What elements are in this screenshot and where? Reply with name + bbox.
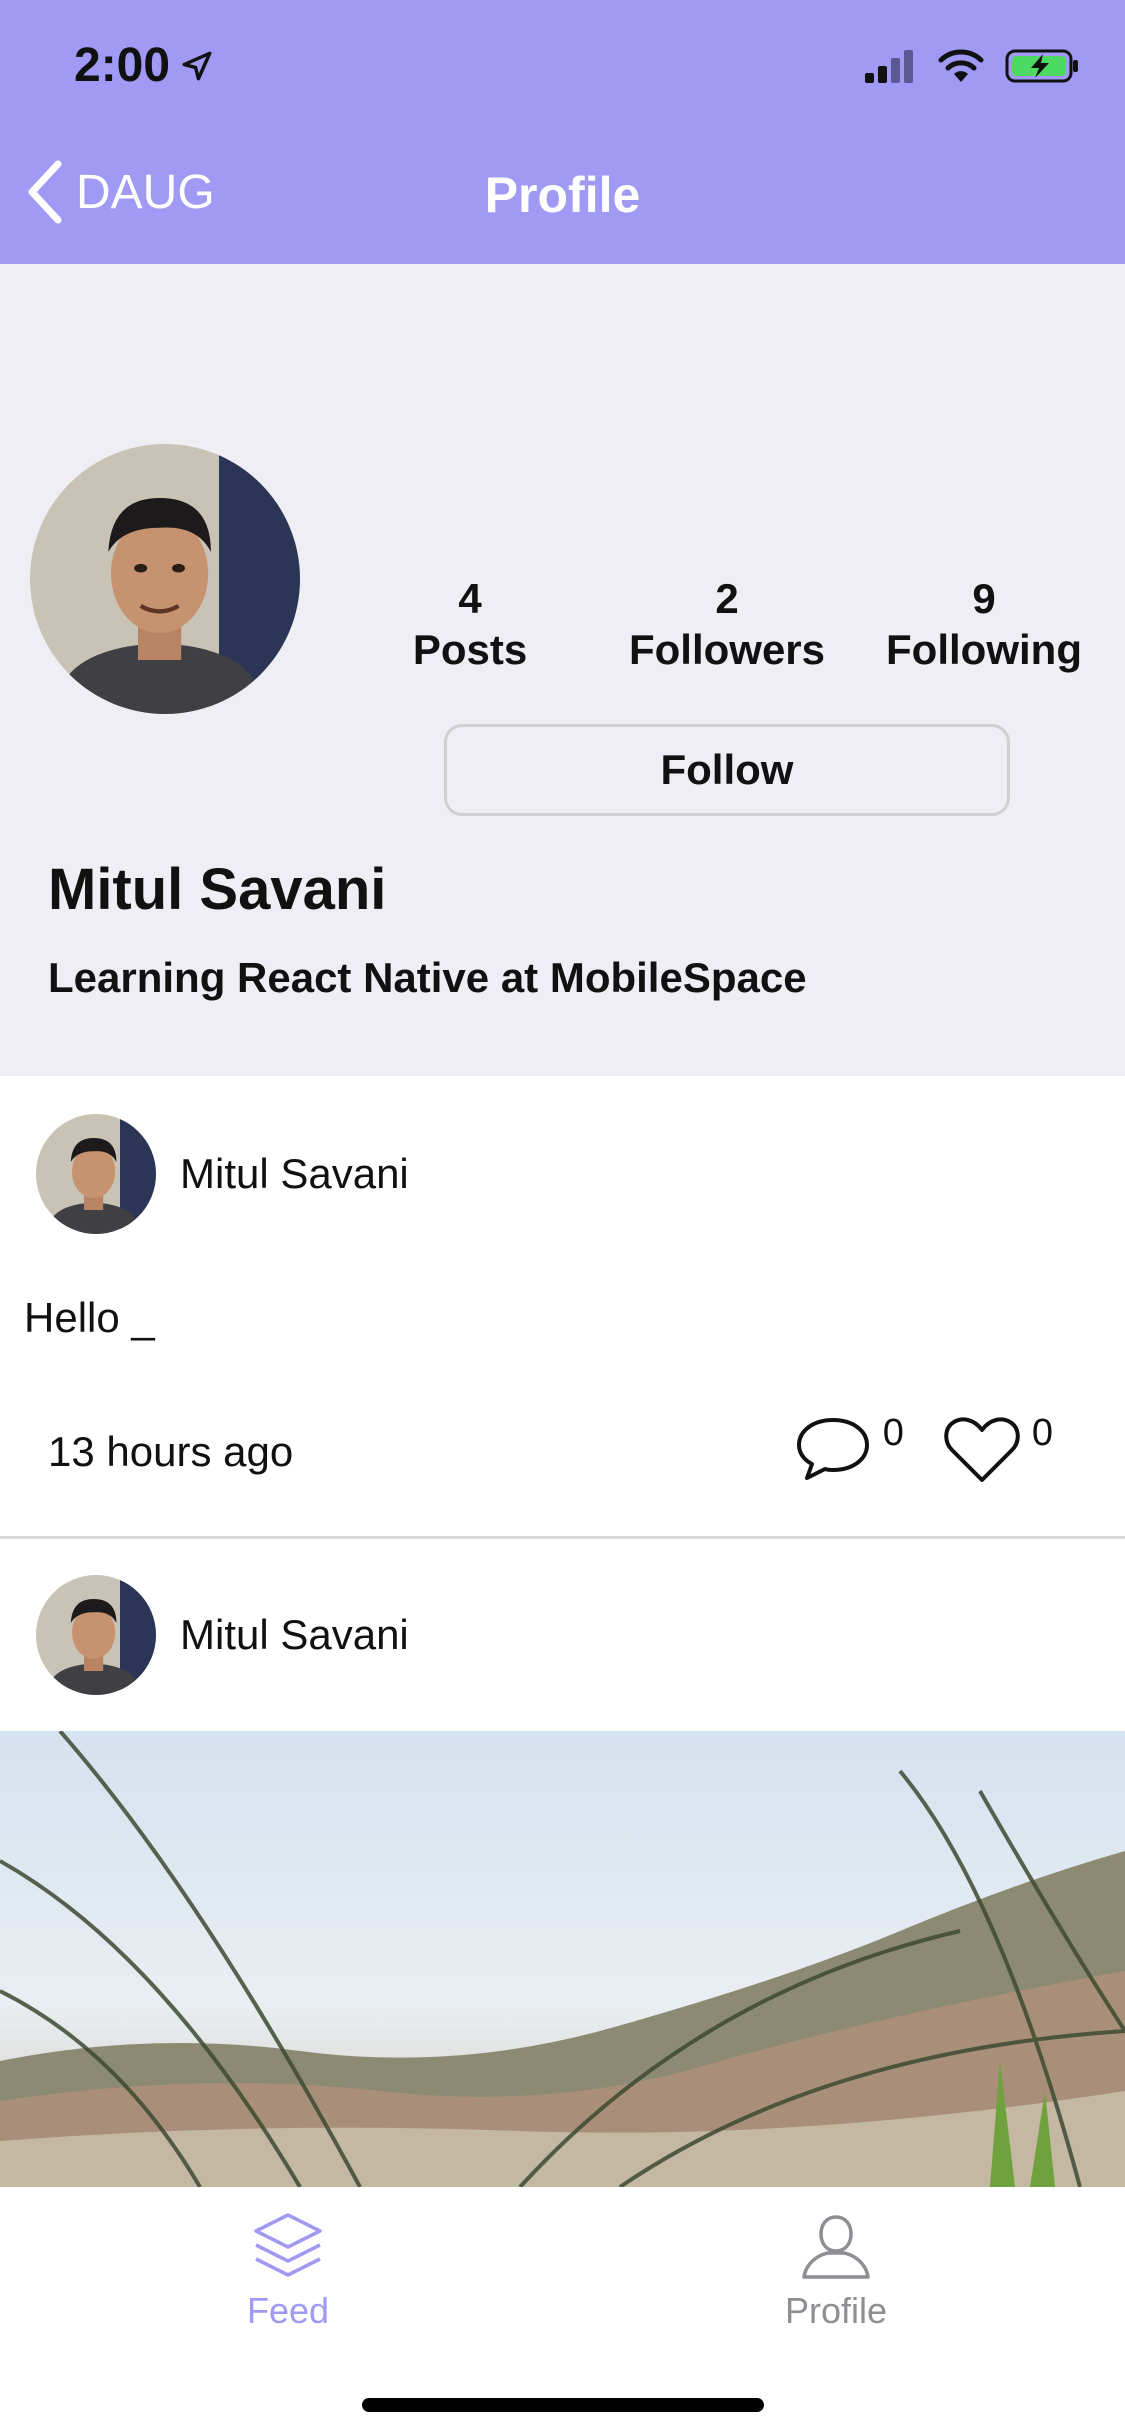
post-actions: 0 0	[795, 1412, 1053, 1484]
profile-bio: Learning React Native at MobileSpace	[48, 954, 807, 1001]
post-photo[interactable]	[0, 1731, 1125, 2187]
page-title: Profile	[484, 167, 641, 223]
stat-following[interactable]: 9 Following	[864, 574, 1104, 676]
post-author-name[interactable]: Mitul Savani	[180, 1611, 409, 1659]
comment-icon	[796, 1418, 869, 1480]
post-card: Mitul Savani Hello _ 13 hours ago 0 0	[0, 1076, 1125, 1539]
post-text: Hello _	[24, 1294, 155, 1341]
stat-posts[interactable]: 4 Posts	[350, 574, 590, 676]
comment-button[interactable]: 0	[795, 1412, 904, 1482]
wifi-icon	[938, 49, 984, 82]
stat-posts-label: Posts	[412, 626, 528, 673]
follow-button[interactable]: Follow	[444, 724, 1010, 816]
like-count: 0	[1031, 1412, 1053, 1454]
profile-name: Mitul Savani	[48, 857, 387, 922]
status-time-wrap: 2:00	[74, 38, 214, 93]
cellular-signal-icon	[865, 50, 913, 83]
layers-icon	[254, 2213, 322, 2277]
stat-followers[interactable]: 2 Followers	[607, 574, 847, 676]
post-author-avatar[interactable]	[36, 1114, 156, 1234]
stat-followers-label: Followers	[628, 626, 826, 673]
post-card: Mitul Savani	[0, 1539, 1125, 2187]
location-arrow-icon	[182, 51, 212, 80]
tab-profile-label: Profile	[784, 2290, 888, 2331]
home-indicator[interactable]	[362, 2398, 764, 2412]
comment-count: 0	[882, 1412, 904, 1454]
profile-section: 4 Posts 2 Followers 9 Following Follow M…	[0, 264, 1125, 1079]
tab-bar: Feed Profile	[0, 2187, 1125, 2436]
profile-avatar[interactable]	[30, 444, 300, 714]
stat-posts-count: 4	[458, 575, 482, 622]
post-timestamp: 13 hours ago	[48, 1428, 294, 1475]
heart-icon	[944, 1417, 1020, 1482]
status-time: 2:00	[74, 39, 171, 92]
tab-feed-label: Feed	[246, 2290, 330, 2331]
stat-following-count: 9	[972, 575, 996, 622]
tab-profile[interactable]: Profile	[686, 2211, 986, 2332]
header: 2:00 DAUG Profile	[0, 0, 1125, 264]
status-icons	[863, 48, 1081, 84]
user-icon	[802, 2215, 870, 2279]
tab-feed[interactable]: Feed	[138, 2211, 438, 2332]
post-author-avatar[interactable]	[36, 1575, 156, 1695]
stat-followers-count: 2	[715, 575, 739, 622]
post-author-name[interactable]: Mitul Savani	[180, 1150, 409, 1198]
stat-following-label: Following	[886, 626, 1082, 673]
battery-charging-icon	[1005, 49, 1078, 83]
like-button[interactable]: 0	[944, 1412, 1053, 1484]
